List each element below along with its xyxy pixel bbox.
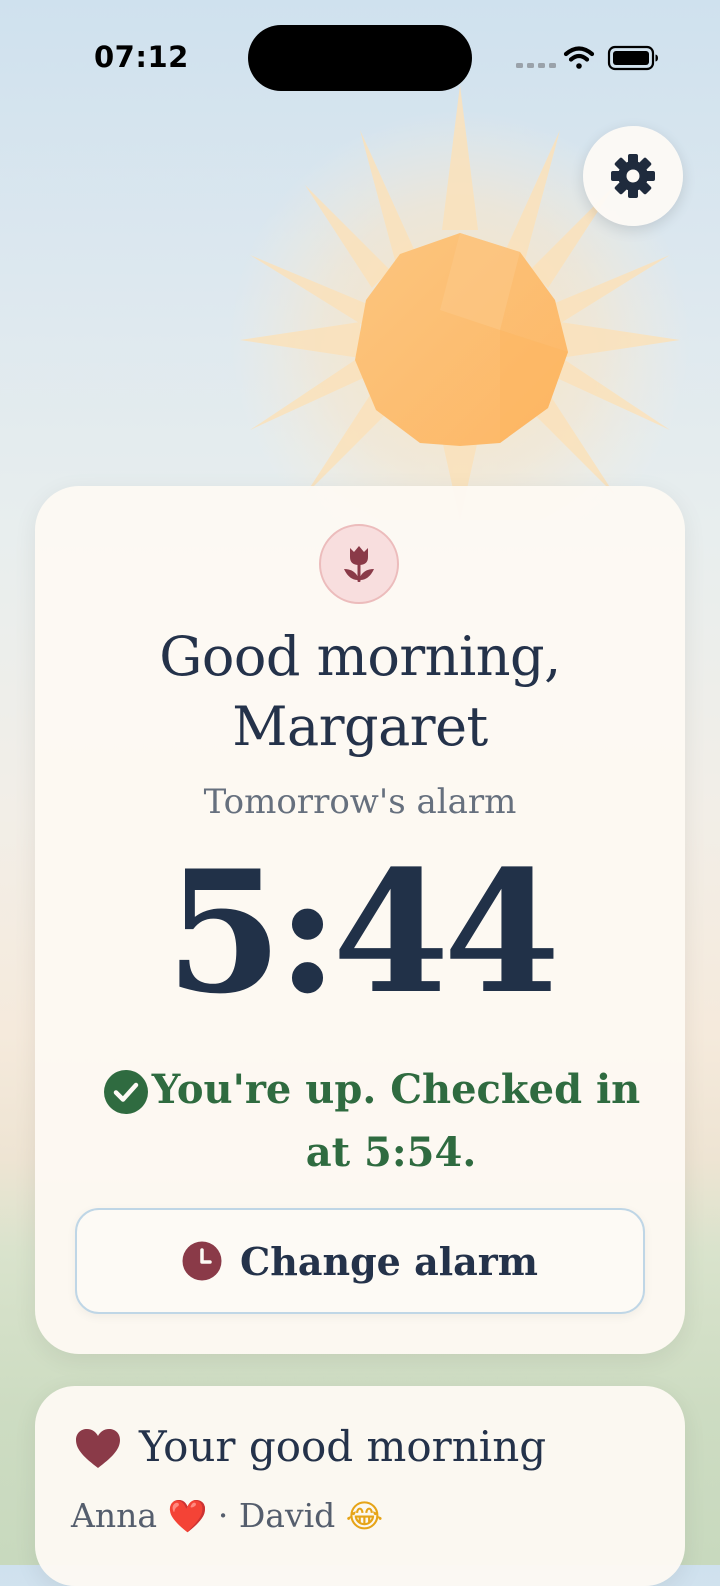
clock-icon (182, 1241, 222, 1281)
tulip-icon (344, 546, 374, 582)
checkin-status: You're up. Checked in at 5:54. (101, 1058, 641, 1184)
tulip-badge (319, 524, 399, 604)
good-morning-senders: Anna ❤️ · David 😂 (71, 1496, 383, 1535)
greeting-heading: Good morning, Margaret (35, 622, 685, 762)
heart-icon (76, 1429, 120, 1468)
alarm-time: 5:44 (165, 833, 561, 1031)
sender-name-david: · David (207, 1496, 346, 1535)
sender-name-anna: Anna (71, 1496, 158, 1535)
change-alarm-label: Change alarm (239, 1238, 538, 1284)
cellular-signal-icon (516, 63, 556, 68)
checkin-line-1: You're up. Checked in (151, 1066, 641, 1113)
alarm-card: Good morning, Margaret Tomorrow's alarm … (35, 486, 685, 1354)
laughing-emoji: 😂 (345, 1497, 384, 1535)
dynamic-island (248, 25, 472, 91)
change-alarm-button[interactable]: Change alarm (75, 1208, 645, 1314)
settings-button[interactable] (583, 126, 683, 226)
alarm-label: Tomorrow's alarm (203, 782, 517, 822)
good-morning-card[interactable]: Your good morning Anna ❤️ · David 😂 (35, 1386, 685, 1586)
battery-icon (607, 45, 658, 71)
good-morning-title: Your good morning (139, 1422, 547, 1471)
checkin-line-2: at 5:54. (305, 1129, 477, 1176)
greeting-name: Margaret (232, 695, 488, 758)
heart-emoji: ❤️ (167, 1497, 208, 1535)
status-bar-time: 07:12 (94, 40, 189, 74)
wifi-icon (563, 46, 595, 69)
status-bar-icons (514, 44, 660, 78)
gear-icon (611, 154, 655, 198)
greeting-line-1: Good morning, (159, 625, 561, 688)
